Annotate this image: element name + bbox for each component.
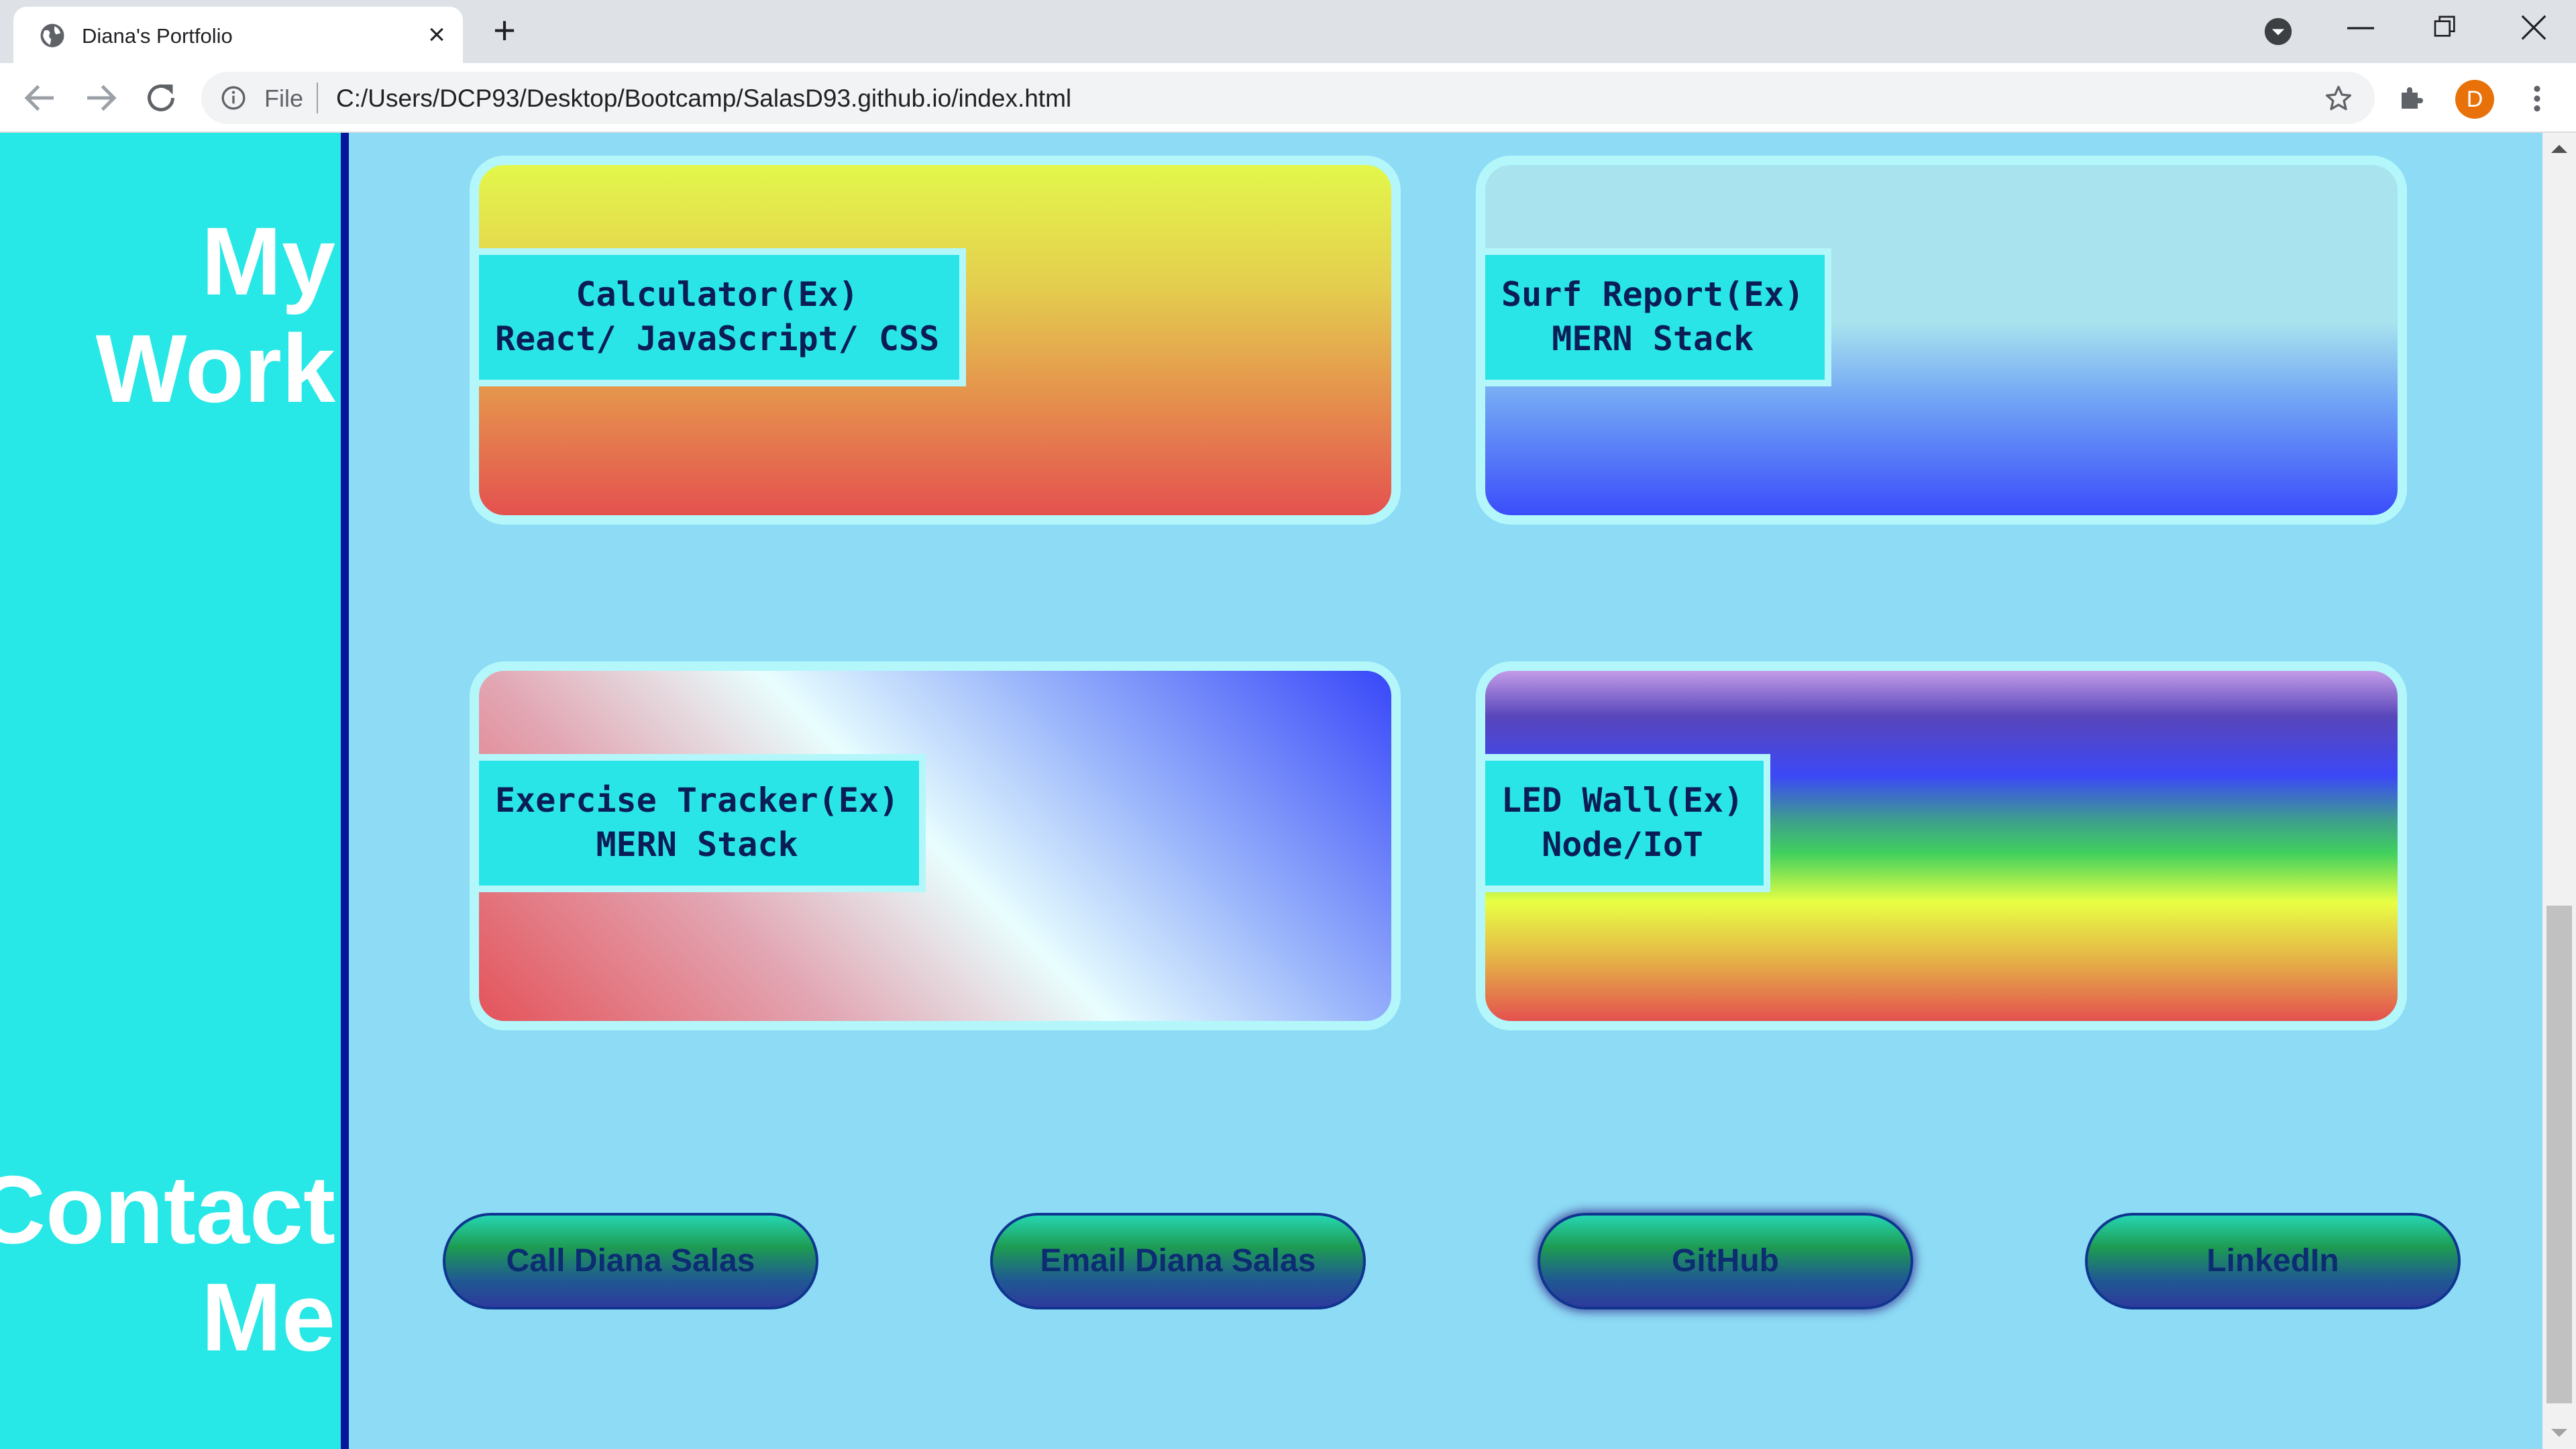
project-card-led-wall[interactable]: LED Wall(Ex) Node/IoT [1476, 661, 2407, 1030]
project-card-surf-report[interactable]: Surf Report(Ex) MERN Stack [1476, 156, 2407, 525]
forward-arrow-icon[interactable] [80, 78, 121, 118]
project-card-exercise-tracker[interactable]: Exercise Tracker(Ex) MERN Stack [470, 661, 1401, 1030]
more-vert-icon[interactable] [2524, 82, 2551, 115]
tab-title: Diana's Portfolio [82, 24, 233, 48]
project-label[interactable]: LED Wall(Ex) Node/IoT [1485, 754, 1771, 892]
info-icon[interactable] [220, 85, 247, 111]
my-work-heading-line2: Work [95, 315, 335, 423]
window-close-icon[interactable] [2517, 12, 2551, 43]
email-button[interactable]: Email Diana Salas [990, 1213, 1366, 1309]
address-bar[interactable]: File C:/Users/DCP93/Desktop/Bootcamp/Sal… [201, 72, 2375, 124]
page-viewport: My Work Contact Me Calculator(Ex) React/… [0, 133, 2576, 1449]
project-stack: MERN Stack [596, 825, 798, 864]
back-arrow-icon[interactable] [20, 78, 60, 118]
minimize-icon[interactable] [2344, 15, 2377, 42]
star-icon[interactable] [2324, 84, 2353, 113]
call-button[interactable]: Call Diana Salas [443, 1213, 818, 1309]
project-stack: Node/IoT [1542, 825, 1704, 864]
project-card-calculator[interactable]: Calculator(Ex) React/ JavaScript/ CSS [470, 156, 1401, 525]
contact-me-heading-line2: Me [201, 1263, 335, 1371]
project-label[interactable]: Calculator(Ex) React/ JavaScript/ CSS [479, 248, 967, 386]
project-stack: React/ JavaScript/ CSS [495, 319, 940, 358]
globe-icon [40, 23, 64, 48]
project-title: Exercise Tracker(Ex) [495, 781, 900, 820]
contact-me-heading: Contact Me [0, 1157, 335, 1371]
project-title: Surf Report(Ex) [1501, 275, 1805, 314]
reload-icon[interactable] [141, 78, 181, 118]
project-label[interactable]: Surf Report(Ex) MERN Stack [1485, 248, 1831, 386]
puzzle-extensions-icon[interactable] [2396, 82, 2428, 114]
scroll-down-arrow-icon[interactable] [2549, 1426, 2569, 1440]
linkedin-button[interactable]: LinkedIn [2085, 1213, 2461, 1309]
github-button[interactable]: GitHub [1538, 1213, 1913, 1309]
tab-search-icon[interactable] [2263, 17, 2293, 46]
tab-strip: Diana's Portfolio × + [0, 0, 2576, 63]
url-separator [317, 83, 318, 113]
my-work-heading-line1: My [201, 207, 335, 315]
browser-tab[interactable]: Diana's Portfolio × [13, 7, 463, 63]
project-title: LED Wall(Ex) [1501, 781, 1744, 820]
restore-icon[interactable] [2428, 13, 2462, 40]
browser-toolbar: File C:/Users/DCP93/Desktop/Bootcamp/Sal… [0, 63, 2576, 133]
project-stack: MERN Stack [1552, 319, 1754, 358]
url-text[interactable]: C:/Users/DCP93/Desktop/Bootcamp/SalasD93… [336, 85, 1071, 113]
url-scheme-label: File [264, 85, 304, 112]
avatar[interactable]: D [2455, 80, 2494, 119]
scroll-up-arrow-icon[interactable] [2549, 142, 2569, 156]
contact-me-heading-line1: Contact [0, 1156, 335, 1264]
project-title: Calculator(Ex) [576, 275, 859, 314]
close-icon[interactable]: × [419, 17, 454, 52]
scrollbar-thumb[interactable] [2546, 906, 2572, 1403]
my-work-heading: My Work [96, 208, 335, 423]
plus-icon[interactable]: + [484, 11, 525, 52]
project-label[interactable]: Exercise Tracker(Ex) MERN Stack [479, 754, 926, 892]
sidebar: My Work Contact Me [0, 133, 349, 1449]
